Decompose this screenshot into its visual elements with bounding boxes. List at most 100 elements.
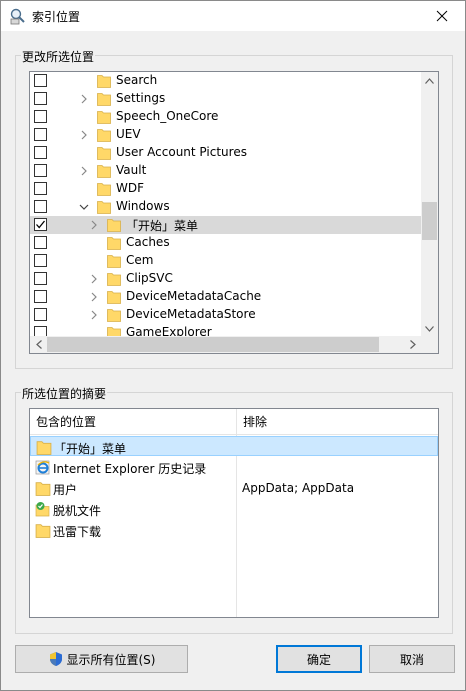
- indexed-locations-dialog: 索引位置 更改所选位置 Search Settings Speech_OneCore…: [0, 0, 466, 691]
- tree-row[interactable]: DeviceMetadataCache: [30, 288, 421, 306]
- tree-row[interactable]: Settings: [30, 90, 421, 108]
- included-location-label: Internet Explorer 历史记录: [53, 462, 207, 476]
- tree-item-label: UEV: [116, 127, 141, 141]
- summary-row[interactable]: 迅雷下载: [30, 520, 438, 540]
- tree-item-label: DeviceMetadataStore: [126, 307, 256, 321]
- chevron-right-icon[interactable]: [88, 273, 100, 285]
- folder-icon: [107, 291, 121, 304]
- folder-icon: [97, 147, 111, 160]
- internet-explorer-icon: [35, 460, 50, 475]
- column-header-excluded[interactable]: 排除: [237, 409, 438, 435]
- scroll-down-button[interactable]: [421, 320, 438, 337]
- tree-row[interactable]: WDF: [30, 180, 421, 198]
- column-header-included[interactable]: 包含的位置: [30, 409, 236, 435]
- indexing-options-icon: [10, 8, 25, 25]
- location-checkbox[interactable]: [34, 200, 47, 213]
- vertical-scroll-thumb[interactable]: [422, 202, 437, 240]
- location-checkbox[interactable]: [34, 110, 47, 123]
- chevron-down-icon[interactable]: [78, 201, 90, 213]
- horizontal-scroll-thumb[interactable]: [47, 337, 379, 352]
- location-checkbox[interactable]: [34, 128, 47, 141]
- scroll-right-button[interactable]: [404, 336, 421, 353]
- folder-icon: [107, 273, 121, 286]
- chevron-down-icon: [425, 325, 434, 332]
- checkmark-icon: [36, 220, 46, 229]
- tree-row[interactable]: Vault: [30, 162, 421, 180]
- tree-item-label: User Account Pictures: [116, 145, 247, 159]
- chevron-right-icon[interactable]: [78, 93, 90, 105]
- folder-icon: [107, 309, 121, 322]
- tree-row[interactable]: DeviceMetadataStore: [30, 306, 421, 324]
- location-checkbox[interactable]: [34, 146, 47, 159]
- location-tree[interactable]: Search Settings Speech_OneCore UEV User Acco…: [29, 71, 439, 354]
- location-checkbox[interactable]: [34, 236, 47, 249]
- folder-icon: [97, 129, 111, 142]
- tree-row[interactable]: UEV: [30, 126, 421, 144]
- scroll-up-button[interactable]: [421, 72, 438, 89]
- location-checkbox[interactable]: [34, 254, 47, 267]
- chevron-right-icon[interactable]: [78, 165, 90, 177]
- scrollbar-corner: [421, 336, 438, 353]
- tree-row[interactable]: Windows: [30, 198, 421, 216]
- title-bar: 索引位置: [1, 1, 465, 31]
- tree-row[interactable]: Caches: [30, 234, 421, 252]
- tree-item-label: Caches: [126, 235, 170, 249]
- tree-item-label: Settings: [116, 91, 166, 105]
- tree-row[interactable]: Speech_OneCore: [30, 108, 421, 126]
- offline-files-icon: [35, 502, 50, 517]
- chevron-left-icon: [35, 340, 42, 349]
- summary-row[interactable]: Internet Explorer 历史记录: [30, 457, 438, 477]
- tree-row[interactable]: User Account Pictures: [30, 144, 421, 162]
- location-checkbox[interactable]: [34, 182, 47, 195]
- location-checkbox[interactable]: [34, 74, 47, 87]
- ok-button[interactable]: 确定: [276, 645, 362, 673]
- tree-item-label: Search: [116, 73, 158, 87]
- tree-row[interactable]: Cem: [30, 252, 421, 270]
- close-icon: [436, 10, 448, 22]
- summary-row[interactable]: 脱机文件: [30, 499, 438, 519]
- folder-icon: [97, 183, 111, 196]
- tree-viewport: Search Settings Speech_OneCore UEV User Acco…: [30, 72, 421, 337]
- close-button[interactable]: [419, 1, 465, 31]
- chevron-right-icon[interactable]: [88, 219, 100, 231]
- tree-row[interactable]: 「开始」菜单: [30, 216, 421, 234]
- cancel-label: 取消: [399, 652, 424, 667]
- scroll-left-button[interactable]: [30, 336, 47, 353]
- summary-list[interactable]: 包含的位置 排除 「开始」菜单 Internet Explorer 历史记录用户 A…: [29, 408, 439, 618]
- included-location-label: 脱机文件: [53, 504, 102, 518]
- window-title: 索引位置: [32, 10, 81, 24]
- location-checkbox[interactable]: [34, 164, 47, 177]
- chevron-right-icon[interactable]: [88, 291, 100, 303]
- tree-item-label: 「开始」菜单: [126, 219, 199, 233]
- uac-shield-icon: [49, 652, 62, 666]
- folder-icon: [97, 201, 111, 214]
- folder-icon: [97, 75, 111, 88]
- folder-icon: [97, 93, 111, 106]
- horizontal-scrollbar[interactable]: [30, 336, 421, 353]
- tree-item-label: Speech_OneCore: [116, 109, 219, 123]
- chevron-up-icon: [425, 77, 434, 84]
- tree-item-label: Vault: [116, 163, 147, 177]
- chevron-right-icon[interactable]: [78, 129, 90, 141]
- tree-item-label: WDF: [116, 181, 145, 195]
- location-checkbox[interactable]: [34, 272, 47, 285]
- cancel-button[interactable]: 取消: [369, 645, 455, 673]
- vertical-scrollbar[interactable]: [421, 72, 438, 337]
- summary-row[interactable]: 用户 AppData; AppData: [30, 478, 438, 498]
- location-checkbox[interactable]: [34, 290, 47, 303]
- change-locations-label: 更改所选位置: [21, 48, 96, 65]
- tree-row[interactable]: ClipSVC: [30, 270, 421, 288]
- included-location-label: 用户: [53, 483, 78, 497]
- folder-icon: [107, 237, 121, 250]
- tree-row[interactable]: Search: [30, 72, 421, 90]
- folder-icon: [35, 524, 51, 538]
- summary-label: 所选位置的摘要: [21, 385, 108, 402]
- show-all-locations-button[interactable]: 显示所有位置(S): [15, 645, 188, 673]
- location-checkbox[interactable]: [34, 218, 47, 231]
- chevron-right-icon[interactable]: [88, 309, 100, 321]
- location-checkbox[interactable]: [34, 308, 47, 321]
- summary-row[interactable]: 「开始」菜单: [30, 436, 438, 456]
- location-checkbox[interactable]: [34, 92, 47, 105]
- folder-icon: [97, 111, 111, 124]
- tree-item-label: ClipSVC: [126, 271, 173, 285]
